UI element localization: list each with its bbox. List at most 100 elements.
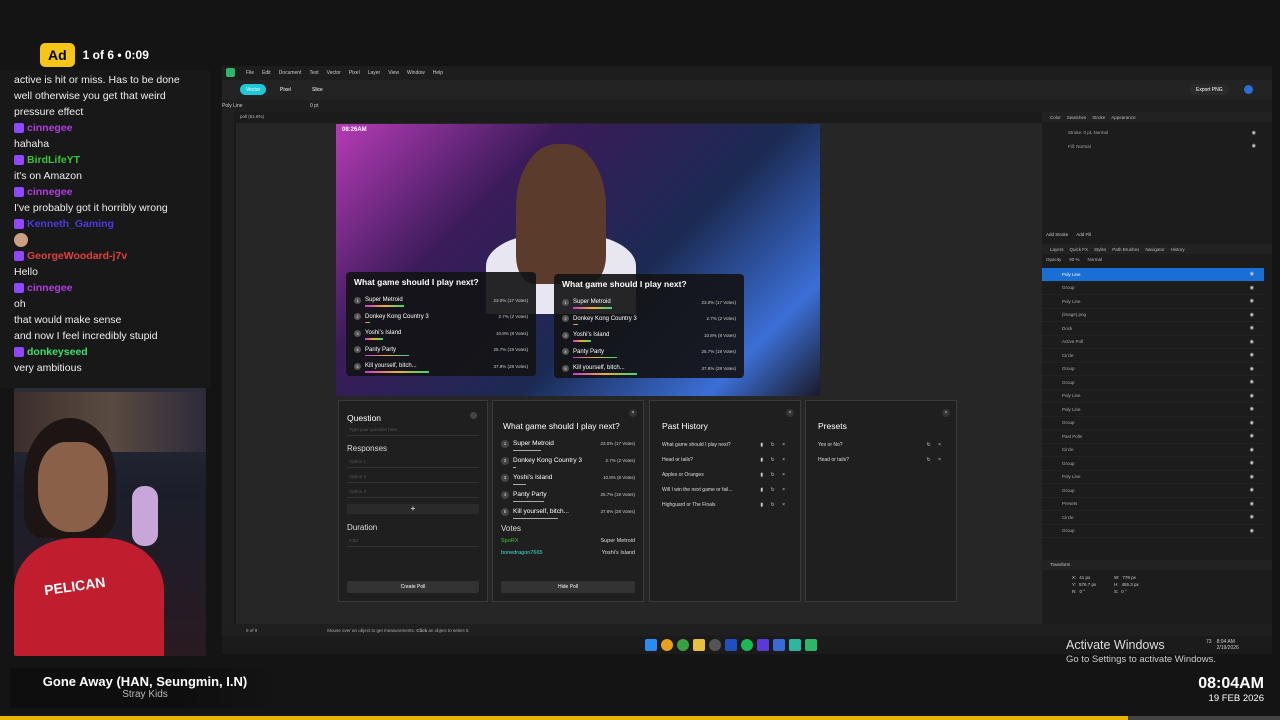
panel-tab[interactable]: Quick FX xyxy=(1070,247,1089,252)
layer-row[interactable]: Active Poll ◉ xyxy=(1042,336,1264,349)
spotify-icon[interactable] xyxy=(741,639,753,651)
eye-icon[interactable]: ◉ xyxy=(1250,379,1254,385)
transform-value[interactable]: 576.7 px xyxy=(1079,582,1096,587)
eye-icon[interactable]: ◉ xyxy=(1252,130,1256,136)
layer-row[interactable]: Past Polls ◉ xyxy=(1042,430,1264,444)
layer-row[interactable]: Poly Line ◉ xyxy=(1042,471,1264,484)
chat-user-name[interactable]: Kenneth_Gaming xyxy=(27,216,114,232)
history-item[interactable]: Head or tails? ▮ ↻ × xyxy=(662,452,788,467)
menu-pixel[interactable]: Pixel xyxy=(349,70,360,76)
menu-layer[interactable]: Layer xyxy=(368,70,381,76)
tray-clock[interactable]: 8:04 AM 2/19/2026 xyxy=(1217,639,1239,651)
response-option-input[interactable]: Option 1 xyxy=(347,459,479,468)
app-icon-2[interactable] xyxy=(757,639,769,651)
close-icon[interactable]: × xyxy=(786,409,794,417)
transform-value[interactable]: 455.3 px xyxy=(1122,582,1139,587)
panel-tab[interactable]: History xyxy=(1171,247,1185,252)
layer-row[interactable]: Group ◉ xyxy=(1042,417,1264,430)
menu-view[interactable]: View xyxy=(388,70,399,76)
help-icon[interactable] xyxy=(1244,85,1253,94)
eye-icon[interactable]: ◉ xyxy=(1250,501,1254,507)
menu-help[interactable]: Help xyxy=(433,70,443,76)
chat-user-name[interactable]: cinnegee xyxy=(27,280,73,296)
eye-icon[interactable]: ◉ xyxy=(1250,474,1254,480)
info-icon[interactable] xyxy=(470,412,477,419)
slice-persona-button[interactable]: Slice xyxy=(306,84,329,95)
eye-icon[interactable]: ◉ xyxy=(1250,528,1254,534)
chat-user-name[interactable]: GeorgeWoodard-j7v xyxy=(27,248,127,264)
transform-value[interactable]: 778 px xyxy=(1122,575,1136,580)
chrome-icon[interactable] xyxy=(661,639,673,651)
appearance-item[interactable]: Fill: Normal ◉ xyxy=(1048,140,1266,154)
layer-row[interactable]: Group ◉ xyxy=(1042,282,1264,295)
layer-row[interactable]: Dock ◉ xyxy=(1042,322,1264,336)
preset-item[interactable]: Yes or No? ↻ × xyxy=(818,437,944,452)
close-icon[interactable]: × xyxy=(629,409,637,417)
vector-persona-button[interactable]: Vector xyxy=(240,84,267,95)
add-stroke-button[interactable]: Add Stroke xyxy=(1046,232,1068,237)
close-icon[interactable]: × xyxy=(942,409,950,417)
layer-row[interactable]: Circle ◉ xyxy=(1042,511,1264,525)
chat-username[interactable]: cinnegee xyxy=(14,184,196,200)
opacity-value[interactable]: 90 % xyxy=(1069,257,1079,262)
hide-poll-button[interactable]: Hide Poll xyxy=(501,581,635,593)
layer-row[interactable]: Poly Line ◉ xyxy=(1042,268,1264,282)
panel-tab[interactable]: Layers xyxy=(1050,247,1064,252)
history-actions-icons[interactable]: ▮ ↻ × xyxy=(760,442,788,448)
transform-field[interactable]: S: 0 ° xyxy=(1114,589,1152,594)
history-item[interactable]: What game should I play next? ▮ ↻ × xyxy=(662,437,788,452)
history-actions-icons[interactable]: ▮ ↻ × xyxy=(760,487,788,493)
designer-icon[interactable] xyxy=(805,639,817,651)
eye-icon[interactable]: ◉ xyxy=(1250,312,1254,318)
eye-icon[interactable]: ◉ xyxy=(1250,366,1254,372)
stroke-width[interactable]: 0 pt xyxy=(310,103,318,109)
panel-tab[interactable]: Styles xyxy=(1094,247,1106,252)
layer-row[interactable]: Circle ◉ xyxy=(1042,349,1264,363)
layer-row[interactable]: Presets ◉ xyxy=(1042,498,1264,511)
chat-username[interactable]: Kenneth_Gaming xyxy=(14,216,196,232)
duration-input[interactable]: 0:00 xyxy=(347,538,479,547)
chat-username[interactable]: BirdLifeYT xyxy=(14,152,196,168)
chat-user-name[interactable]: BirdLifeYT xyxy=(27,152,80,168)
eye-icon[interactable]: ◉ xyxy=(1250,487,1254,493)
layer-row[interactable]: Group ◉ xyxy=(1042,376,1264,390)
add-option-button[interactable]: + xyxy=(347,504,479,514)
app-icon-3[interactable] xyxy=(773,639,785,651)
folder-icon[interactable] xyxy=(693,639,705,651)
chat-user-name[interactable]: cinnegee xyxy=(27,120,73,136)
transform-field[interactable]: H: 455.3 px xyxy=(1114,582,1152,587)
eye-icon[interactable]: ◉ xyxy=(1250,339,1254,345)
chat-username[interactable]: cinnegee xyxy=(14,120,196,136)
question-input[interactable]: Type your question here... xyxy=(347,427,479,436)
layer-row[interactable]: Group ◉ xyxy=(1042,457,1264,471)
eye-icon[interactable]: ◉ xyxy=(1250,433,1254,439)
panel-tab[interactable]: Navigator xyxy=(1145,247,1164,252)
history-item[interactable]: Highguard or The Finals ▮ ↻ × xyxy=(662,497,788,512)
layer-row[interactable]: Poly Line ◉ xyxy=(1042,295,1264,309)
appearance-item[interactable]: Stroke: 0 pt, Normal ◉ xyxy=(1048,126,1266,140)
chat-username[interactable]: donkeyseed xyxy=(14,344,196,360)
menu-vector[interactable]: Vector xyxy=(327,70,341,76)
chrome-icon-2[interactable] xyxy=(677,639,689,651)
eye-icon[interactable]: ◉ xyxy=(1250,514,1254,520)
preset-item[interactable]: Head or tails? ↻ × xyxy=(818,452,944,467)
history-actions-icons[interactable]: ▮ ↻ × xyxy=(760,457,788,463)
create-poll-button[interactable]: Create Poll xyxy=(347,581,479,593)
panel-tab[interactable]: Swatches xyxy=(1067,115,1087,120)
obs-icon[interactable] xyxy=(709,639,721,651)
transform-value[interactable]: 0 ° xyxy=(1080,589,1086,594)
panel-tab[interactable]: Color xyxy=(1050,115,1061,120)
chat-username[interactable]: cinnegee xyxy=(14,280,196,296)
layer-row[interactable]: Group ◉ xyxy=(1042,363,1264,376)
panel-tab[interactable]: Appearance xyxy=(1111,115,1135,120)
chat-username[interactable]: GeorgeWoodard-j7v xyxy=(14,248,196,264)
vote-user[interactable]: SpoRX xyxy=(501,538,518,544)
eye-icon[interactable]: ◉ xyxy=(1250,420,1254,426)
history-item[interactable]: Apples or Oranges ▮ ↻ × xyxy=(662,467,788,482)
vote-user[interactable]: bonedragon7665 xyxy=(501,550,543,556)
chat-user-name[interactable]: donkeyseed xyxy=(27,344,88,360)
panel-tab[interactable]: Stroke xyxy=(1092,115,1105,120)
document-tab[interactable]: poll (61.6%) xyxy=(236,114,1042,123)
history-actions-icons[interactable]: ▮ ↻ × xyxy=(760,502,788,508)
menu-text[interactable]: Text xyxy=(309,70,318,76)
